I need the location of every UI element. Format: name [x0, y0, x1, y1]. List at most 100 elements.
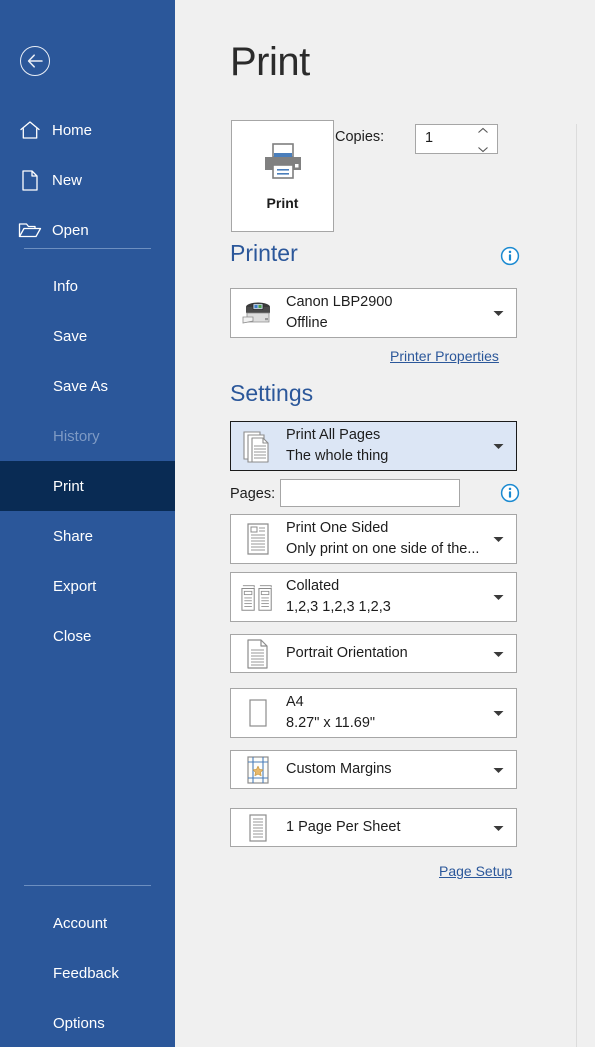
- copies-label: Copies:: [335, 129, 385, 145]
- portrait-page-icon: [241, 637, 275, 671]
- setting-main-label: Portrait Orientation: [286, 644, 408, 661]
- one-sided-page-icon: [241, 522, 275, 556]
- sidebar-item-label: Save: [53, 327, 88, 345]
- page-setup-link[interactable]: Page Setup: [439, 863, 512, 879]
- chevron-down-icon[interactable]: [493, 304, 504, 322]
- print-pane: Print Print Copies: 1 Printer Canon LBP2…: [175, 0, 595, 1047]
- sidebar-item-label: Feedback: [53, 964, 119, 982]
- setting-sub-label: Only print on one side of the...: [286, 541, 480, 557]
- page-title: Print: [230, 40, 310, 84]
- setting-main-label: 1 Page Per Sheet: [286, 818, 401, 835]
- printer-section-heading: Printer: [230, 240, 298, 266]
- pages-per-sheet-icon: [241, 811, 275, 845]
- sidebar-item-close[interactable]: Close: [0, 611, 175, 661]
- setting-margins[interactable]: Custom Margins: [230, 750, 517, 789]
- sidebar-item-label: Export: [53, 577, 97, 595]
- setting-orientation[interactable]: Portrait Orientation: [230, 634, 517, 673]
- setting-pages-per-sheet-text: 1 Page Per Sheet: [286, 809, 400, 846]
- sidebar-item-export[interactable]: Export: [0, 561, 175, 611]
- sidebar-item-label: Share: [53, 527, 94, 545]
- setting-main-label: Collated: [286, 577, 340, 594]
- copies-stepper[interactable]: 1: [415, 124, 498, 154]
- setting-main-label: Custom Margins: [286, 760, 392, 777]
- open-folder-icon: [10, 221, 50, 240]
- backstage-sidebar: Home New Open Info Save Save As History …: [0, 0, 175, 1047]
- sidebar-item-feedback[interactable]: Feedback: [0, 948, 175, 998]
- sidebar-item-info[interactable]: Info: [0, 261, 175, 311]
- sidebar-divider-bottom: [24, 885, 151, 886]
- chevron-down-icon[interactable]: [493, 437, 504, 455]
- pane-divider: [576, 124, 577, 1047]
- collate-icon: [241, 580, 275, 614]
- sidebar-item-history: History: [0, 411, 175, 461]
- sidebar-item-label: Options: [53, 1014, 105, 1032]
- sidebar-item-label: Info: [53, 277, 79, 295]
- setting-sub-label: 8.27" x 11.69": [286, 715, 376, 731]
- sidebar-item-label: Open: [52, 221, 89, 239]
- sidebar-item-options[interactable]: Options: [0, 998, 175, 1047]
- setting-print-sides[interactable]: Print One Sided Only print on one side o…: [230, 514, 517, 564]
- setting-pages-per-sheet[interactable]: 1 Page Per Sheet: [230, 808, 517, 847]
- setting-collation-text: Collated 1,2,3 1,2,3 1,2,3: [286, 573, 391, 621]
- sidebar-item-print[interactable]: Print: [0, 461, 175, 511]
- setting-print-sides-text: Print One Sided Only print on one side o…: [286, 515, 479, 563]
- new-document-icon: [10, 169, 50, 191]
- setting-paper-size-text: A4 8.27" x 11.69": [286, 689, 375, 737]
- printer-name: Canon LBP2900: [286, 293, 393, 310]
- setting-sub-label: The whole thing: [286, 448, 389, 464]
- setting-main-label: Print One Sided: [286, 519, 389, 536]
- stacked-pages-icon: [241, 429, 275, 463]
- setting-print-range[interactable]: Print All Pages The whole thing: [230, 421, 517, 471]
- copies-value: 1: [425, 130, 434, 146]
- setting-orientation-text: Portrait Orientation: [286, 635, 408, 672]
- back-arrow-icon[interactable]: [20, 46, 50, 76]
- copies-spinner-arrows[interactable]: [477, 127, 491, 153]
- printer-select[interactable]: Canon LBP2900 Offline: [230, 288, 517, 338]
- paper-size-icon: [241, 696, 275, 730]
- sidebar-item-new[interactable]: New: [0, 163, 175, 197]
- setting-print-range-text: Print All Pages The whole thing: [286, 422, 388, 470]
- printer-info-icon[interactable]: [500, 246, 520, 266]
- chevron-down-icon[interactable]: [493, 530, 504, 548]
- setting-collation[interactable]: Collated 1,2,3 1,2,3 1,2,3: [230, 572, 517, 622]
- chevron-up-icon[interactable]: [477, 127, 489, 134]
- sidebar-item-save[interactable]: Save: [0, 311, 175, 361]
- print-backstage-window: Home New Open Info Save Save As History …: [0, 0, 595, 1047]
- pages-label: Pages:: [230, 486, 276, 502]
- arrow-left-glyph: [27, 54, 43, 68]
- setting-main-label: A4: [286, 693, 304, 710]
- print-button[interactable]: Print: [231, 120, 334, 232]
- sidebar-divider-top: [24, 248, 151, 249]
- chevron-down-icon[interactable]: [477, 146, 489, 153]
- setting-main-label: Print All Pages: [286, 426, 381, 443]
- pages-info-icon[interactable]: [500, 483, 520, 503]
- sidebar-item-label: New: [52, 171, 83, 189]
- home-icon: [10, 120, 50, 140]
- chevron-down-icon[interactable]: [493, 819, 504, 837]
- sidebar-item-label: History: [53, 427, 100, 445]
- printer-device-icon: [241, 296, 275, 330]
- setting-sub-label: 1,2,3 1,2,3 1,2,3: [286, 599, 391, 615]
- margins-icon: [241, 753, 275, 787]
- sidebar-item-label: Save As: [53, 377, 109, 395]
- sidebar-item-open[interactable]: Open: [0, 213, 175, 247]
- pages-input[interactable]: [280, 479, 460, 507]
- setting-paper-size[interactable]: A4 8.27" x 11.69": [230, 688, 517, 738]
- sidebar-item-label: Home: [52, 121, 93, 139]
- printer-properties-link[interactable]: Printer Properties: [390, 348, 499, 364]
- sidebar-item-label: Close: [53, 627, 92, 645]
- printer-select-text: Canon LBP2900 Offline: [286, 289, 392, 337]
- chevron-down-icon[interactable]: [493, 761, 504, 779]
- chevron-down-icon[interactable]: [493, 588, 504, 606]
- sidebar-item-account[interactable]: Account: [0, 898, 175, 948]
- printer-status: Offline: [286, 315, 328, 331]
- sidebar-item-label: Account: [53, 914, 108, 932]
- sidebar-item-home[interactable]: Home: [0, 113, 175, 147]
- sidebar-item-label: Print: [53, 477, 84, 495]
- setting-margins-text: Custom Margins: [286, 751, 392, 788]
- chevron-down-icon[interactable]: [493, 645, 504, 663]
- chevron-down-icon[interactable]: [493, 704, 504, 722]
- sidebar-item-share[interactable]: Share: [0, 511, 175, 561]
- print-button-label: Print: [266, 195, 299, 211]
- sidebar-item-save-as[interactable]: Save As: [0, 361, 175, 411]
